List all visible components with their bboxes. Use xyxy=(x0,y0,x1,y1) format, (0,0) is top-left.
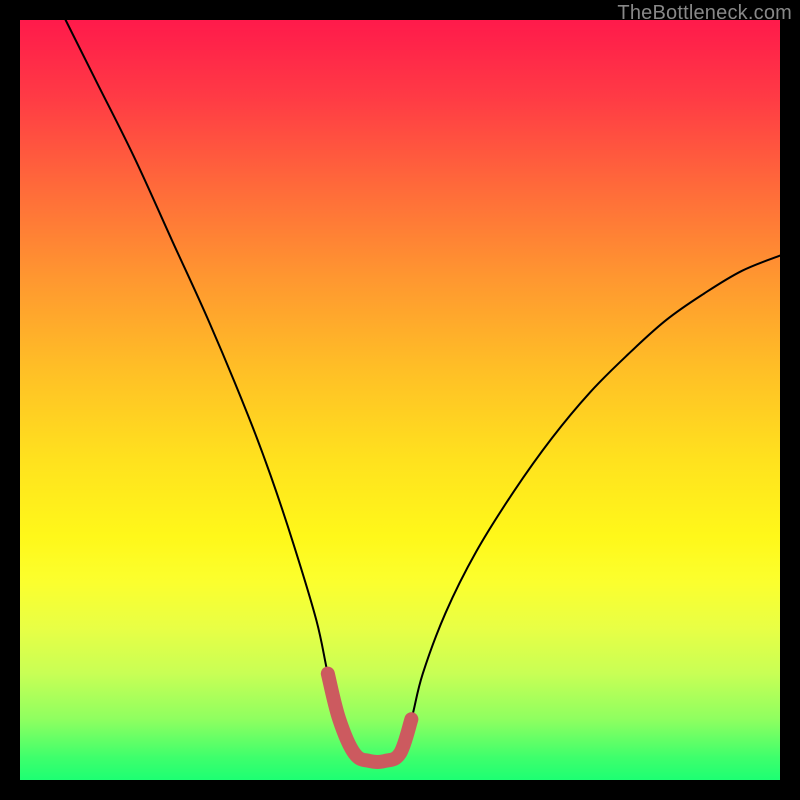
plot-area xyxy=(20,20,780,780)
curve-svg xyxy=(20,20,780,780)
bottleneck-curve-path xyxy=(66,20,780,762)
chart-frame: TheBottleneck.com xyxy=(0,0,800,800)
flat-bottom-highlight-path xyxy=(328,674,412,762)
